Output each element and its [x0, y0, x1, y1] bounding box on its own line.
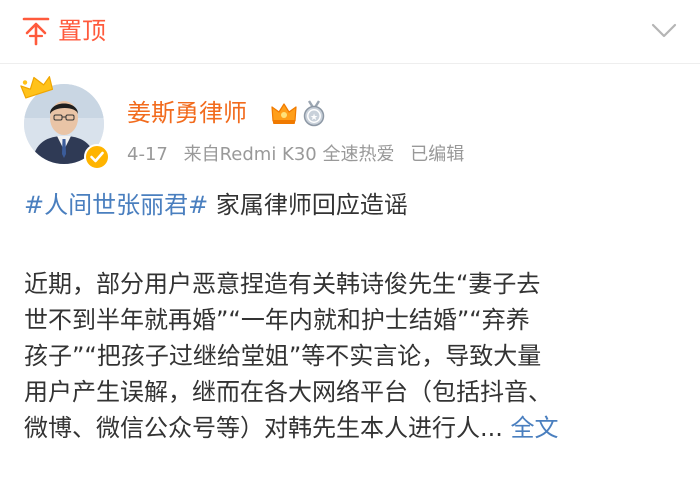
hashtag-link[interactable]: #人间世张丽君# — [24, 191, 208, 219]
body-line: 用户产生误解，继而在各大网络平台（包括抖音、 — [24, 378, 552, 406]
post-headline: 家属律师回应造谣 — [215, 191, 408, 219]
post-body: 近期，部分用户恶意捏造有关韩诗俊先生“妻子去 世不到半年就再婚”“一年内就和护士… — [24, 266, 684, 446]
verified-icon — [84, 144, 110, 170]
pin-label: 置顶 — [58, 17, 106, 45]
post-date: 4-17 — [127, 144, 168, 165]
medal-icon[interactable]: ★ — [301, 99, 327, 127]
body-line: 近期，部分用户恶意捏造有关韩诗俊先生“妻子去 — [24, 270, 541, 298]
body-last-line: 微博、微信公众号等）对韩先生本人进行人... 全文 — [24, 410, 684, 446]
vip-crown-icon[interactable] — [270, 100, 298, 126]
pin-bar: 置顶 — [0, 0, 700, 64]
pin-top-icon — [22, 17, 50, 46]
post-title-line: #人间世张丽君# 家属律师回应造谣 — [24, 188, 408, 222]
post-edited-status[interactable]: 已编辑 — [410, 144, 464, 165]
body-line: 孩子”“把孩子过继给堂姐”等不实言论，导致大量 — [24, 342, 542, 370]
post-meta: 4-17 来自Redmi K30 全速热爱 已编辑 — [127, 142, 474, 168]
svg-text:★: ★ — [310, 113, 318, 123]
body-truncated-text: 微博、微信公众号等）对韩先生本人进行人... — [24, 414, 503, 442]
post-source[interactable]: 来自Redmi K30 全速热爱 — [184, 144, 395, 165]
read-full-text-link[interactable]: 全文 — [511, 414, 559, 442]
author-name[interactable]: 姜斯勇律师 — [127, 96, 247, 130]
body-line: 世不到半年就再婚”“一年内就和护士结婚”“弃养 — [24, 306, 530, 334]
crown-icon — [20, 76, 54, 99]
chevron-down-icon[interactable] — [651, 22, 677, 40]
author-avatar-group[interactable] — [18, 74, 110, 170]
